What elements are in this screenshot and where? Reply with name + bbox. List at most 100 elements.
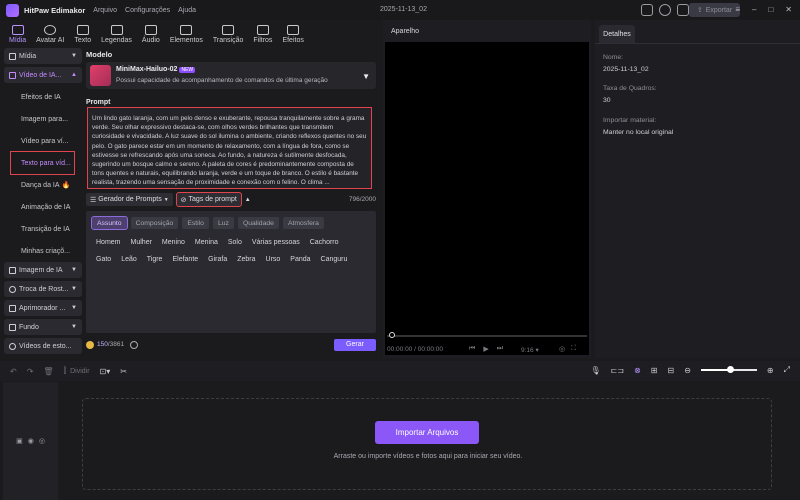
snapshot-icon[interactable]: ◎ [559,345,565,353]
fit-icon[interactable]: ⊞ [651,366,658,375]
menu-arquivo[interactable]: Arquivo [93,7,117,14]
zoom-out-icon[interactable]: ⊖ [684,366,691,375]
tag-tab-luz[interactable]: Luz [212,217,234,229]
track-lock-icon[interactable]: ▣ [16,437,23,445]
menu-configuracoes[interactable]: Configurações [125,7,170,14]
sub-animacao-ia[interactable]: Animação de IA [4,196,82,218]
nav-video-ia[interactable]: Vídeo de IA... ▲ [4,67,82,83]
split-label[interactable]: Dividir [70,368,89,375]
generate-bar: 150/3861 Gerar [86,337,376,352]
info-icon[interactable] [659,4,671,16]
expand-icon[interactable]: ⤢ [784,365,790,375]
sub-texto-para-video[interactable]: Texto para víd... [10,151,75,175]
sub-minhas-criacoes[interactable]: Minhas criaçõ... [4,240,82,262]
tool-midia[interactable]: Mídia [4,25,31,44]
next-frame-icon[interactable]: ⏭ [497,345,503,353]
zoom-slider-knob[interactable] [726,366,734,373]
tag-tab-qualidade[interactable]: Qualidade [237,217,279,229]
chevron-down-icon[interactable]: ▼ [362,72,370,81]
track-icon[interactable]: ⊟ [667,366,674,375]
nav-midia[interactable]: Mídia ▼ [4,48,82,64]
crop-icon[interactable]: ⊡▾ [100,367,111,376]
magic-cut-icon[interactable]: ✂ [120,367,127,376]
prompt-textarea[interactable]: Um lindo gato laranja, com um pelo denso… [87,107,372,189]
zoom-in-icon[interactable]: ⊕ [767,366,774,375]
waveform-icon [90,65,111,86]
fullscreen-icon[interactable]: ⛶ [571,345,576,353]
tool-legendas[interactable]: Legendas [96,25,137,44]
tag-tab-atmosfera[interactable]: Atmosfera [282,217,324,229]
tag-word[interactable]: Urso [266,256,281,263]
tag-tab-composicao[interactable]: Composição [130,217,179,229]
tool-avatar-ai[interactable]: Avatar AI [31,25,69,44]
tag-word[interactable]: Cachorro [310,239,339,246]
minimize-icon[interactable]: – [752,5,756,14]
import-files-button[interactable]: Importar Arquivos [375,421,479,444]
tag-word[interactable]: Leão [121,256,137,263]
scrubber-handle[interactable] [389,332,395,338]
tag-word[interactable]: Menina [195,239,218,246]
tab-detalhes[interactable]: Detalhes [599,25,635,43]
tag-word[interactable]: Zebra [237,256,255,263]
sub-danca-ia[interactable]: Dança da IA 🔥 [4,174,82,196]
tool-transicao[interactable]: Transição [208,25,248,44]
microphone-icon[interactable]: 🎙 [591,366,601,375]
export-button[interactable]: ⇪ Exportar [689,3,740,17]
zoom-slider[interactable] [700,366,757,373]
refresh-icon[interactable] [130,340,139,349]
drop-hint: Arraste ou importe vídeos e fotos aqui p… [333,453,523,460]
tag-word[interactable]: Panda [290,256,310,263]
model-selector[interactable]: MiniMax-Hailuo-02 NEW Possui capacidade d… [86,62,376,89]
nav-videos-estoque[interactable]: Vídeos de esto... [4,338,82,354]
tag-word[interactable]: Tigre [147,256,163,263]
tag-word[interactable]: Canguru [321,256,348,263]
tag-word[interactable]: Gato [96,256,111,263]
tag-tab-assunto[interactable]: Assunto [91,216,128,230]
tag-word[interactable]: Mulher [131,239,152,246]
track-visibility-icon[interactable]: ◉ [28,437,34,445]
sub-imagem-para-video[interactable]: Imagem para... [4,108,82,130]
tool-audio[interactable]: Áudio [137,25,165,44]
message-icon[interactable] [677,4,689,16]
play-icon[interactable]: ▶ [483,345,488,353]
sub-transicao-ia[interactable]: Transição de IA [4,218,82,240]
prompt-tags-button[interactable]: ⊘ Tags de prompt [175,192,242,207]
link-icon[interactable]: ⊏⊐ [611,366,624,375]
tool-filtros[interactable]: Filtros [248,25,277,44]
tag-word[interactable]: Solo [228,239,242,246]
delete-icon[interactable]: 🗑 [43,367,53,376]
tool-efeitos[interactable]: Efeitos [277,25,308,44]
sub-efeitos-ia[interactable]: Efeitos de IA [4,86,82,108]
model-label: Modelo [86,50,113,59]
playback-scrubber[interactable] [387,332,587,338]
tool-texto[interactable]: Texto [69,25,96,44]
close-icon[interactable]: ✕ [785,5,792,14]
chevron-up-icon[interactable]: ▲ [245,197,251,203]
redo-icon[interactable]: ↷ [27,367,34,376]
tag-word[interactable]: Menino [162,239,185,246]
magnet-icon[interactable]: ⊗ [634,366,641,375]
nav-aprimorador[interactable]: Aprimorador ... ▼ [4,300,82,316]
tag-tab-estilo[interactable]: Estilo [182,217,209,229]
maximize-icon[interactable]: □ [768,5,773,14]
menu-lines-icon[interactable]: ≡ [735,5,740,14]
tag-word[interactable]: Várias pessoas [252,239,300,246]
nav-fundo[interactable]: Fundo ▼ [4,319,82,335]
sub-video-para-video[interactable]: Vídeo para ví... [4,130,82,152]
nav-troca-rosto[interactable]: Troca de Rost... ▼ [4,281,82,297]
menu-ajuda[interactable]: Ajuda [178,7,196,14]
prompt-generator-button[interactable]: ☰ Gerador de Prompts ▼ [86,193,173,206]
aspect-ratio-select[interactable]: 9:16 ▾ [521,346,539,354]
tag-word[interactable]: Homem [96,239,121,246]
nav-imagem-ia[interactable]: Imagem de IA ▼ [4,262,82,278]
generate-button[interactable]: Gerar [334,338,376,351]
split-icon[interactable]: ⫿ [64,366,67,376]
tag-word[interactable]: Elefante [172,256,198,263]
monitor-icon[interactable] [641,4,653,16]
tool-elementos[interactable]: Elementos [165,25,208,44]
tag-word[interactable]: Girafa [208,256,227,263]
undo-icon[interactable]: ↶ [10,367,17,376]
timeline-dropzone[interactable]: Importar Arquivos Arraste ou importe víd… [82,398,772,490]
prev-frame-icon[interactable]: ⏮ [469,345,475,353]
track-audio-icon[interactable]: ◎ [39,437,45,445]
